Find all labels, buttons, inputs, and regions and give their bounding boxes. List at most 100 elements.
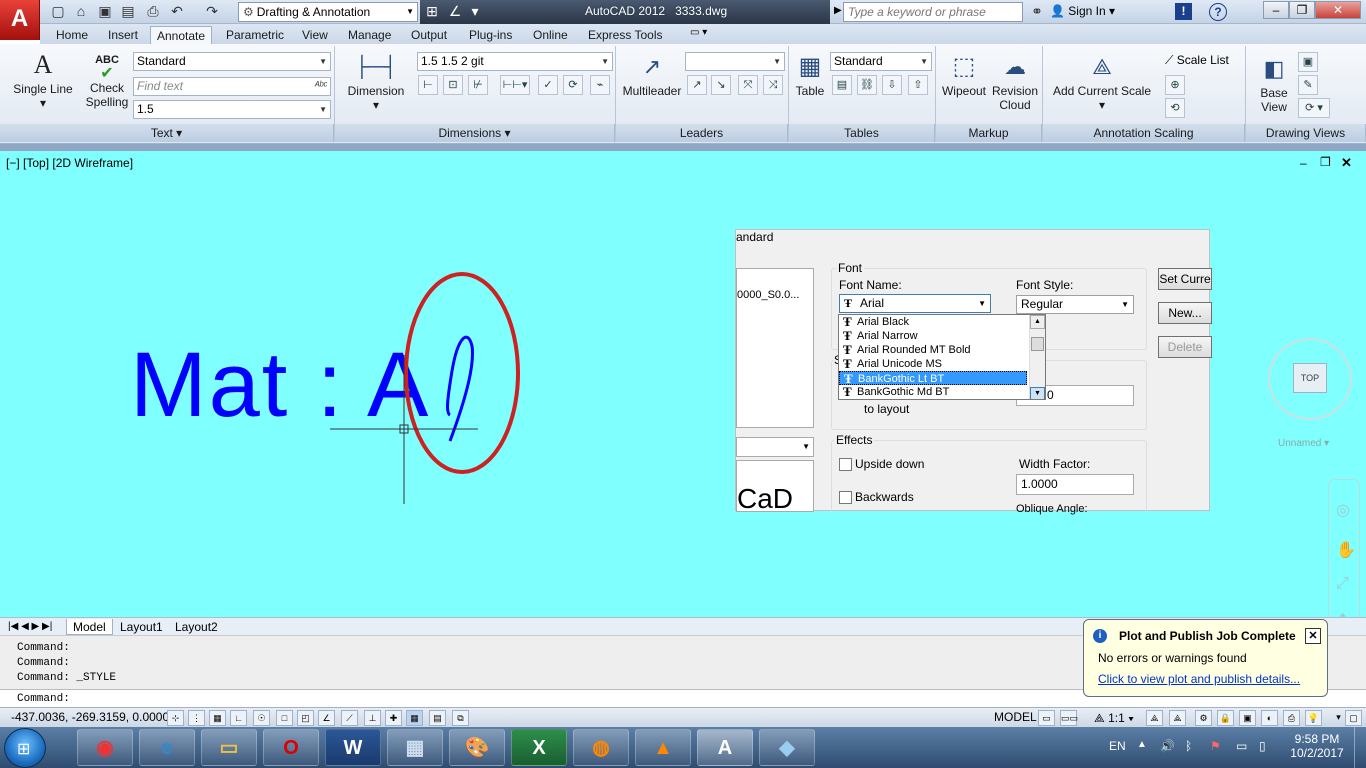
scroll-down-icon[interactable]: ▼ [1030,387,1045,399]
lineweight-icon[interactable]: ✚ [385,710,402,726]
excel-icon[interactable]: X [511,729,567,766]
font-list-item[interactable]: Arial Black [839,315,1027,329]
width-factor-input[interactable]: 1.0000 [1016,474,1134,495]
opera-icon[interactable]: O [263,729,319,766]
power-icon[interactable]: ▯ [1259,739,1266,753]
bluetooth-icon[interactable]: ᛒ [1185,739,1192,753]
leaders-panel-title[interactable]: Leaders [616,124,788,142]
binoculars-icon[interactable]: ⚭ [1027,2,1047,21]
sign-in-button[interactable]: 👤 Sign In ▾ [1050,4,1115,18]
projected-view-icon[interactable]: ▣ [1298,52,1318,72]
save-icon[interactable]: ▣ [95,2,115,21]
paint-icon[interactable]: 🎨 [449,729,505,766]
firefox-icon[interactable]: ◍ [573,729,629,766]
continue-dimension-icon[interactable]: ⊢⊢▾ [500,75,530,95]
application-menu-button[interactable]: A [0,0,40,40]
tab-manage[interactable]: Manage [342,26,397,44]
scroll-up-icon[interactable]: ▲ [1030,315,1045,329]
pan-hand-icon[interactable]: ✋ [1336,540,1356,560]
selection-cycling-icon[interactable]: ⧉ [452,710,469,726]
base-view-button[interactable]: ◧ Base View [1252,54,1296,114]
font-list-item[interactable]: Arial Rounded MT Bold [839,343,1027,357]
backwards-checkbox[interactable] [839,491,852,504]
word-icon[interactable]: W [325,729,381,766]
revision-cloud-button[interactable]: ☁ Revision Cloud [990,52,1040,112]
style-filter-dropdown[interactable]: ▼ [736,437,814,457]
font-list-scrollbar[interactable]: ▲ ▼ [1029,315,1045,399]
edit-view-icon[interactable]: ✎ [1298,75,1318,95]
clean-screen-icon[interactable]: ▢ [1345,710,1362,726]
markup-panel-title[interactable]: Markup [936,124,1042,142]
exchange-icon[interactable]: ! [1175,3,1192,20]
add-current-scale-button[interactable]: ⟁ Add Current Scale ▾ [1050,52,1154,112]
download-icon[interactable]: ⇩ [882,75,902,95]
add-delete-scales-icon[interactable]: ⊕ [1165,75,1185,95]
tab-view[interactable]: View [296,26,334,44]
dim-space-icon[interactable]: ⊡ [443,75,463,95]
infer-constraints-icon[interactable]: ⊹ [167,710,184,726]
notification-close-button[interactable]: ✕ [1305,628,1321,644]
styles-list[interactable]: 0000_S0.0... [736,268,814,428]
viewcube[interactable]: TOP [1293,363,1327,393]
object-snap-tracking-icon[interactable]: ∠ [318,710,335,726]
update-view-icon[interactable]: ⟳ ▾ [1298,98,1330,118]
ucs-icon[interactable]: ∠ [445,2,465,21]
control-panel-icon[interactable]: ▦ [387,729,443,766]
ortho-mode-icon[interactable]: ∟ [230,710,247,726]
text-style-dropdown[interactable]: Standard ▼ [133,52,331,71]
tables-panel-title[interactable]: Tables [789,124,935,142]
remove-leader-icon[interactable]: ↘ [711,75,731,95]
snap-mode-icon[interactable]: ⋮ [188,710,205,726]
tab-express-tools[interactable]: Express Tools [582,26,668,44]
wipeout-button[interactable]: ⬚ Wipeout [938,52,990,98]
show-desktop-button[interactable] [1354,727,1366,768]
table-button[interactable]: ▦ Table [791,52,829,98]
annotation-scaling-panel-title[interactable]: Annotation Scaling [1043,124,1245,142]
sync-scale-icon[interactable]: ⟲ [1165,98,1185,118]
workspace-switching-icon[interactable]: ⚙ [1195,710,1212,726]
chrome-icon[interactable]: ◉ [77,729,133,766]
tab-layout1[interactable]: Layout1 [114,619,169,635]
new-file-icon[interactable]: ▢ [48,2,68,21]
search-expand-icon[interactable]: ▶ [834,5,842,16]
lock-icon[interactable]: 🔒 [1217,710,1234,726]
drawing-viewport[interactable]: [−] [Top] [2D Wireframe] – ❐ ✕ Mat : A a… [0,151,1366,689]
viewport-controls-label[interactable]: [−] [Top] [2D Wireframe] [6,156,133,170]
ucs-dropdown[interactable]: Unnamed ▾ [1278,438,1329,449]
notification-details-link[interactable]: Click to view plot and publish details..… [1098,672,1300,686]
model-space-toggle[interactable]: MODEL [994,710,1037,724]
table-style-dropdown[interactable]: Standard ▼ [830,52,932,71]
font-list-item-selected[interactable]: BankGothic Lt BT [839,371,1027,386]
link-data-icon[interactable]: ⛓ [857,75,877,95]
customize-qat-icon[interactable]: ▾ [465,2,485,21]
dimension-button[interactable]: ├─┤ Dimension ▾ [343,52,409,112]
font-dropdown-list[interactable]: Arial Black Arial Narrow Arial Rounded M… [838,314,1046,400]
tab-layout2[interactable]: Layout2 [169,619,224,635]
check-spelling-button[interactable]: ABC ✔ Check Spelling [84,52,130,109]
scroll-thumb[interactable] [1031,337,1044,351]
restore-button[interactable]: ❐ [1289,1,1315,19]
hardware-acceleration-icon[interactable]: ▣ [1239,710,1256,726]
single-line-text-button[interactable]: A Single Line ▾ [10,50,76,110]
network-icon[interactable]: ⚑ [1210,739,1221,753]
workspace-dropdown[interactable]: ⚙ Drafting & Annotation ▼ [238,2,418,22]
tab-insert[interactable]: Insert [102,26,144,44]
auto-scale-icon[interactable]: ⟁ [1169,710,1186,726]
tab-online[interactable]: Online [527,26,574,44]
zoom-extents-icon[interactable]: ⤢ [1336,575,1349,593]
transparency-icon[interactable]: ▦ [406,710,423,726]
quick-view-layouts-icon[interactable]: ▭ [1038,710,1055,726]
tab-parametric[interactable]: Parametric [220,26,290,44]
jogged-linear-icon[interactable]: ⌁ [590,75,610,95]
minimize-button[interactable]: – [1263,1,1289,19]
layout-nav-arrows[interactable]: |◀ ◀ ▶ ▶| [2,619,58,635]
close-button[interactable]: ✕ [1315,1,1361,19]
drawing-views-panel-title[interactable]: Drawing Views [1246,124,1366,142]
delete-style-button[interactable]: Delete [1158,336,1212,358]
start-button[interactable]: ⊞ [4,728,46,768]
plot-notification-icon[interactable]: ⎙ [1283,710,1300,726]
viewport-minimize-icon[interactable]: – [1300,156,1307,170]
multileader-style-dropdown[interactable]: ▼ [685,52,785,71]
upload-icon[interactable]: ⇧ [908,75,928,95]
add-leader-icon[interactable]: ↗ [687,75,707,95]
